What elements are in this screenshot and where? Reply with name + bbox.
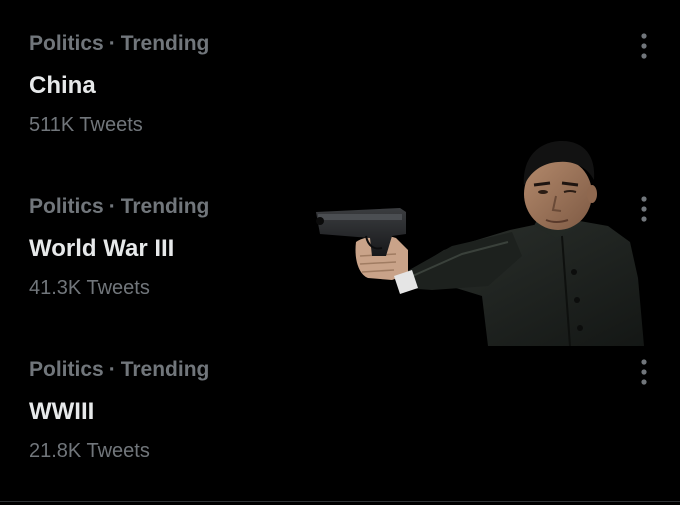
trend-separator: ·	[108, 32, 116, 55]
trend-topic[interactable]: China	[29, 72, 96, 100]
trend-separator: ·	[108, 358, 116, 381]
trend-item-wwiii[interactable]: Politics · Trending WWIII 21.8K Tweets	[0, 348, 680, 498]
trend-tweet-count: 511K Tweets	[29, 114, 143, 136]
trend-category: Politics	[29, 195, 104, 218]
trend-context: Politics · Trending	[29, 195, 209, 219]
divider	[0, 501, 680, 502]
trend-topic[interactable]: WWIII	[29, 398, 94, 426]
trend-status: Trending	[120, 358, 210, 381]
trend-tweet-count: 41.3K Tweets	[29, 277, 150, 299]
trend-context: Politics · Trending	[29, 32, 209, 56]
meme-figure-with-pistol-image	[312, 138, 646, 347]
trend-status: Trending	[120, 32, 210, 55]
more-options-icon[interactable]	[632, 358, 656, 386]
more-options-icon[interactable]	[632, 32, 656, 60]
trend-category: Politics	[29, 32, 104, 55]
trend-context: Politics · Trending	[29, 358, 209, 382]
trend-category: Politics	[29, 358, 104, 381]
trend-status: Trending	[120, 195, 210, 218]
trend-topic[interactable]: World War III	[29, 235, 174, 263]
trend-separator: ·	[108, 195, 116, 218]
trend-tweet-count: 21.8K Tweets	[29, 440, 150, 462]
